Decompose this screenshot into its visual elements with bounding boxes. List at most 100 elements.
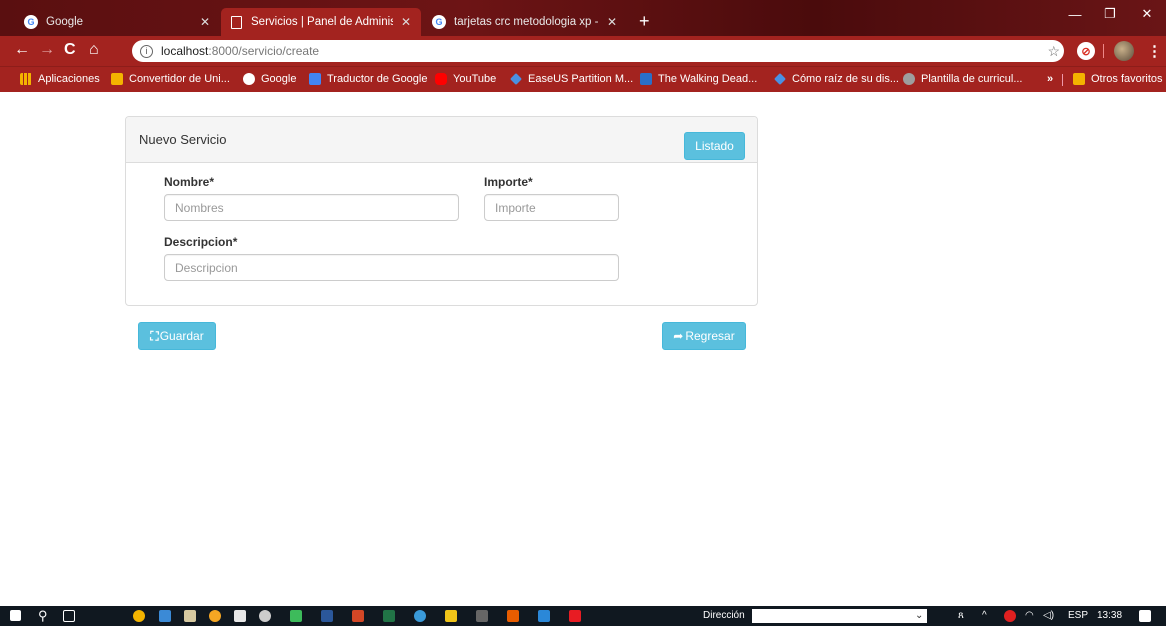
tab-google[interactable]: G Google ✕ [14, 8, 220, 36]
bookmarks-divider [1062, 74, 1063, 86]
bookmark-label: The Walking Dead... [658, 73, 758, 85]
clock[interactable]: 13:38 [1097, 610, 1122, 621]
descripcion-input[interactable]: Descripcion [164, 254, 619, 281]
windows-start-icon[interactable] [10, 610, 21, 621]
windows-taskbar: ⚲ Dirección ⌄ ጸ ^ ◠ ◁) ESP 13:38 [0, 606, 1166, 626]
app-icon[interactable] [538, 610, 550, 622]
bookmark-aplicaciones[interactable]: Aplicaciones [20, 73, 100, 85]
tray-app-icon[interactable] [1004, 610, 1016, 622]
nombre-label: Nombre* [164, 175, 215, 189]
bookmark-convertidor[interactable]: Convertidor de Uni... [111, 73, 230, 85]
reload-icon[interactable]: C [64, 41, 76, 59]
importe-input[interactable]: Importe [484, 194, 619, 221]
back-arrow-icon[interactable]: ← [14, 41, 30, 59]
panel-heading: Nuevo Servicio Listado [126, 117, 757, 163]
bookmark-plantilla[interactable]: Plantilla de curricul... [903, 73, 1023, 85]
bookmark-label: Cómo raíz de su dis... [792, 73, 899, 85]
browser-toolbar: ← → C ⌂ i localhost:8000/servicio/create… [0, 36, 1166, 66]
bookmark-otros-favoritos[interactable]: Otros favoritos [1073, 73, 1163, 85]
apps-grid-icon [20, 73, 32, 85]
profile-avatar[interactable] [1114, 41, 1134, 61]
app-icon[interactable] [414, 610, 426, 622]
descripcion-placeholder: Descripcion [175, 260, 238, 275]
more-bookmarks-button[interactable]: » [1047, 73, 1053, 85]
descripcion-label: Descripcion* [164, 235, 238, 249]
app-icon[interactable] [209, 610, 221, 622]
home-icon[interactable]: ⌂ [89, 41, 99, 59]
forward-arrow-icon[interactable]: → [39, 41, 55, 59]
bookmark-easeus[interactable]: EaseUS Partition M... [510, 73, 633, 85]
app-icon[interactable] [445, 610, 457, 622]
bookmark-google[interactable]: Google [243, 73, 296, 85]
app-icon[interactable] [290, 610, 302, 622]
document-icon [231, 15, 242, 29]
guardar-button[interactable]: ⛶ Guardar [138, 322, 216, 350]
bookmark-traductor[interactable]: Traductor de Google [309, 73, 427, 85]
importe-placeholder: Importe [495, 200, 536, 215]
importe-label: Importe* [484, 175, 533, 189]
close-window-icon[interactable]: ✕ [1128, 0, 1166, 28]
minimize-icon[interactable]: — [1056, 0, 1094, 28]
new-service-panel: Nuevo Servicio Listado Nombre* Nombres I… [125, 116, 758, 306]
chevron-double-right-icon: » [1047, 73, 1054, 85]
adblock-extension-icon[interactable]: ⊘ [1077, 42, 1095, 60]
menu-kebab-icon[interactable]: ⋮ [1147, 42, 1162, 60]
close-tab-icon[interactable]: ✕ [401, 15, 411, 29]
bookmark-youtube[interactable]: YouTube [435, 73, 496, 85]
restore-icon[interactable]: ❐ [1091, 0, 1129, 28]
explorer-icon[interactable] [159, 610, 171, 622]
bookmark-como-raiz[interactable]: Cómo raíz de su dis... [774, 73, 899, 85]
tab-servicios[interactable]: Servicios | Panel de Administraci ✕ [221, 8, 421, 36]
bookmark-label: Aplicaciones [38, 73, 100, 85]
url-path: :8000/servicio/create [208, 44, 320, 58]
chevron-up-icon[interactable]: ^ [982, 610, 987, 621]
app-icon[interactable] [259, 610, 271, 622]
translate-icon [309, 73, 321, 85]
wifi-icon[interactable]: ◠ [1025, 610, 1034, 621]
tab-label: Google [46, 16, 84, 28]
task-view-icon[interactable] [63, 610, 75, 622]
address-bar[interactable]: i localhost:8000/servicio/create ☆ [132, 40, 1064, 62]
regresar-button[interactable]: ➦ Regresar [662, 322, 746, 350]
language-indicator[interactable]: ESP [1068, 610, 1088, 621]
close-tab-icon[interactable]: ✕ [607, 15, 617, 29]
store-icon[interactable] [184, 610, 196, 622]
bookmark-label: Convertidor de Uni... [129, 73, 230, 85]
info-icon[interactable]: i [140, 44, 153, 58]
url-host: localhost [161, 44, 209, 58]
people-icon[interactable]: ጸ [958, 610, 964, 621]
bookmark-label: EaseUS Partition M... [528, 73, 634, 85]
sublime-icon[interactable] [507, 610, 519, 622]
word-icon[interactable] [321, 610, 333, 622]
bookmark-star-icon[interactable]: ☆ [1047, 43, 1060, 60]
address-toolbar-input[interactable] [752, 609, 927, 623]
folder-icon [1073, 73, 1085, 85]
nombre-input[interactable]: Nombres [164, 194, 459, 221]
acrobat-icon[interactable] [569, 610, 581, 622]
chevron-down-icon[interactable]: ⌄ [915, 610, 923, 621]
mail-icon[interactable] [234, 610, 246, 622]
listado-button[interactable]: Listado [684, 132, 745, 160]
google-icon [243, 73, 255, 85]
walking-dead-icon [640, 73, 652, 85]
nombre-placeholder: Nombres [175, 200, 224, 215]
toolbar-divider [1103, 44, 1104, 58]
tab-label: tarjetas crc metodologia xp - Bus [454, 16, 599, 28]
notifications-icon[interactable] [1139, 610, 1151, 622]
close-tab-icon[interactable]: ✕ [200, 15, 210, 29]
volume-icon[interactable]: ◁) [1043, 610, 1054, 621]
new-tab-button[interactable]: + [639, 12, 650, 30]
cmd-icon[interactable] [476, 610, 488, 622]
bookmark-walking-dead[interactable]: The Walking Dead... [640, 73, 757, 85]
panel-title: Nuevo Servicio [139, 132, 227, 147]
chrome-taskbar-icon[interactable] [133, 610, 145, 622]
easeus-icon [510, 73, 522, 85]
save-icon: ⛶ [150, 328, 159, 343]
tab-tarjetas[interactable]: G tarjetas crc metodologia xp - Bus ✕ [422, 8, 627, 36]
guardar-label: Guardar [159, 329, 204, 343]
powerpoint-icon[interactable] [352, 610, 364, 622]
youtube-icon [435, 73, 447, 85]
excel-icon[interactable] [383, 610, 395, 622]
google-icon: G [432, 15, 446, 29]
search-icon[interactable]: ⚲ [38, 608, 48, 624]
